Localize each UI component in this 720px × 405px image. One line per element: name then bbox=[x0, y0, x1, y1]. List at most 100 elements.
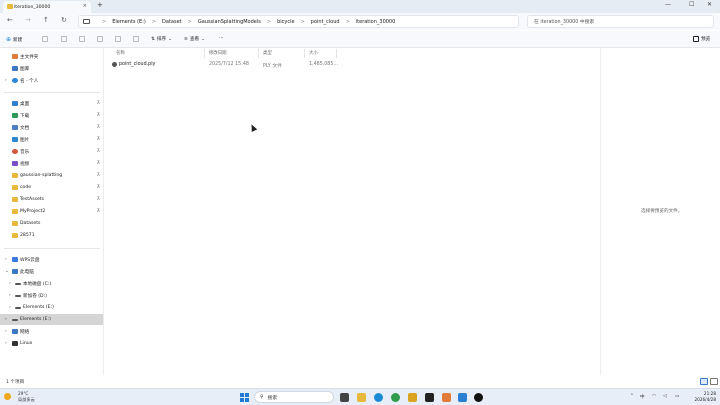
tray-chevron-icon[interactable]: ⌃ bbox=[630, 394, 634, 399]
chevron-right-icon[interactable]: › bbox=[9, 281, 11, 286]
pin-icon[interactable]: ⊼ bbox=[97, 125, 100, 130]
minimize-button[interactable]: — bbox=[665, 1, 671, 8]
chevron-right-icon[interactable]: › bbox=[9, 305, 11, 310]
battery-icon[interactable]: ▭ bbox=[675, 394, 679, 399]
terminal-icon[interactable] bbox=[425, 393, 434, 402]
up-button[interactable]: ↑ bbox=[43, 16, 49, 24]
paste-button[interactable] bbox=[79, 36, 85, 42]
sidebar-item[interactable]: 图库 bbox=[0, 63, 103, 74]
file-row[interactable]: point_cloud.ply 2025/7/12 15:48 PLY 文件 1… bbox=[111, 60, 351, 70]
sidebar-item[interactable]: 28571 bbox=[0, 230, 103, 241]
rename-button[interactable] bbox=[97, 36, 103, 42]
sort-button[interactable]: ⇅ 排序 ⌄ bbox=[151, 36, 172, 43]
chevron-down-icon[interactable]: ⌄ bbox=[5, 269, 9, 274]
search-input[interactable]: 在 iteration_30000 中搜索 bbox=[527, 15, 714, 28]
unity-icon[interactable] bbox=[474, 393, 483, 402]
pin-icon[interactable]: ⊼ bbox=[97, 101, 100, 106]
sidebar-item[interactable]: 视频 ⊼ bbox=[0, 158, 103, 169]
copy-button[interactable] bbox=[61, 36, 67, 42]
breadcrumb-elements[interactable]: Elements (E:) bbox=[112, 19, 146, 25]
sidebar-item[interactable]: 图片 ⊼ bbox=[0, 134, 103, 145]
sidebar-item[interactable]: 下载 ⊼ bbox=[0, 110, 103, 121]
column-name[interactable]: 名称 bbox=[116, 50, 125, 56]
chevron-right-icon[interactable]: › bbox=[5, 78, 7, 83]
tiles-view-button[interactable] bbox=[710, 378, 718, 385]
sidebar-item[interactable]: 桌面 ⊼ bbox=[0, 98, 103, 109]
sidebar-item[interactable]: › 新加卷 (D:) bbox=[0, 290, 103, 301]
edge-icon[interactable] bbox=[374, 393, 383, 402]
maximize-button[interactable]: ☐ bbox=[689, 1, 694, 8]
sidebar-item[interactable]: › 本地磁盘 (C:) bbox=[0, 278, 103, 289]
tab-close-button[interactable]: × bbox=[83, 3, 87, 9]
vscode-icon[interactable] bbox=[458, 393, 467, 402]
column-size[interactable]: 大小 bbox=[309, 50, 318, 56]
sidebar-item[interactable]: › 网络 bbox=[0, 326, 103, 337]
sidebar-item[interactable]: MyProject2 ⊼ bbox=[0, 206, 103, 217]
address-bar[interactable]: > Elements (E:) > Dataset > GaussianSpla… bbox=[78, 15, 519, 28]
close-button[interactable]: ✕ bbox=[707, 1, 712, 8]
app-icon[interactable] bbox=[408, 393, 417, 402]
share-button[interactable] bbox=[115, 36, 121, 42]
chevron-right-icon[interactable]: › bbox=[5, 329, 7, 334]
sidebar-item[interactable]: › 名 - 个人 bbox=[0, 75, 103, 86]
sidebar-item[interactable]: Datasets bbox=[0, 218, 103, 229]
pin-icon[interactable]: ⊼ bbox=[97, 173, 100, 178]
sidebar-item[interactable]: code ⊼ bbox=[0, 182, 103, 193]
column-divider[interactable] bbox=[336, 49, 337, 58]
details-view-button[interactable] bbox=[700, 378, 708, 385]
more-button[interactable]: ··· bbox=[219, 36, 223, 41]
column-type[interactable]: 类型 bbox=[263, 50, 272, 56]
column-modified[interactable]: 修改日期 bbox=[209, 50, 227, 56]
sidebar-item[interactable]: 文档 ⊼ bbox=[0, 122, 103, 133]
file-explorer-icon[interactable] bbox=[357, 393, 366, 402]
forward-button[interactable]: → bbox=[25, 16, 31, 24]
refresh-button[interactable]: ↻ bbox=[61, 16, 67, 24]
chevron-right-icon[interactable]: › bbox=[9, 293, 11, 298]
start-button[interactable] bbox=[240, 393, 249, 402]
pin-icon[interactable]: ⊼ bbox=[97, 149, 100, 154]
preview-button[interactable]: 预览 bbox=[693, 36, 710, 42]
chevron-right-icon[interactable]: › bbox=[5, 257, 7, 262]
address-row: ← → ↑ ↻ > Elements (E:) > Dataset > Gaus… bbox=[0, 13, 720, 30]
breadcrumb-gaussian[interactable]: GaussianSplattingModels bbox=[198, 19, 261, 25]
sidebar-item[interactable]: › Elements (E:) bbox=[0, 302, 103, 313]
new-button[interactable]: ⊕ 新建 bbox=[6, 36, 22, 43]
view-button[interactable]: ≡ 查看 ⌄ bbox=[184, 36, 205, 43]
sidebar-item[interactable]: › WPS云盘 bbox=[0, 254, 103, 265]
tab-iteration[interactable]: iteration_30000 × bbox=[3, 1, 91, 13]
app-icon[interactable] bbox=[442, 393, 451, 402]
sidebar-item[interactable]: 音乐 ⊼ bbox=[0, 146, 103, 157]
pin-icon[interactable]: ⊼ bbox=[97, 161, 100, 166]
volume-icon[interactable]: ◁ bbox=[663, 394, 667, 399]
input-method[interactable]: 中 bbox=[640, 394, 645, 400]
sidebar-item[interactable]: › Elements (E:) bbox=[0, 314, 103, 325]
breadcrumb-iteration[interactable]: iteration_30000 bbox=[356, 19, 396, 25]
wifi-icon[interactable]: ◠ bbox=[652, 394, 656, 399]
column-divider[interactable] bbox=[258, 49, 259, 58]
pin-icon[interactable]: ⊼ bbox=[97, 185, 100, 190]
chevron-right-icon[interactable]: › bbox=[5, 317, 7, 322]
clock[interactable]: 21:28 2026/4/28 bbox=[690, 391, 716, 403]
sidebar-item[interactable]: gaussian-splatting ⊼ bbox=[0, 170, 103, 181]
pin-icon[interactable]: ⊼ bbox=[97, 197, 100, 202]
new-tab-button[interactable]: + bbox=[97, 1, 103, 9]
column-divider[interactable] bbox=[304, 49, 305, 58]
pin-icon[interactable]: ⊼ bbox=[97, 113, 100, 118]
pin-icon[interactable]: ⊼ bbox=[97, 137, 100, 142]
taskbar-search[interactable]: ⚲ 搜索 bbox=[254, 391, 334, 403]
back-button[interactable]: ← bbox=[7, 16, 13, 24]
sidebar-item[interactable]: TestAssets ⊼ bbox=[0, 194, 103, 205]
cut-button[interactable] bbox=[42, 36, 48, 42]
sidebar-item[interactable]: ⌄ 此电脑 bbox=[0, 266, 103, 277]
chrome-icon[interactable] bbox=[391, 393, 400, 402]
sidebar-item[interactable]: 主文件夹 bbox=[0, 51, 103, 62]
breadcrumb-point-cloud[interactable]: point_cloud bbox=[311, 19, 340, 25]
breadcrumb-bicycle[interactable]: bicycle bbox=[277, 19, 295, 25]
sidebar-item[interactable]: › Linux bbox=[0, 338, 103, 349]
chevron-right-icon[interactable]: › bbox=[5, 341, 7, 346]
breadcrumb-dataset[interactable]: Dataset bbox=[162, 19, 182, 25]
task-view-icon[interactable] bbox=[340, 393, 349, 402]
column-divider[interactable] bbox=[204, 49, 205, 58]
delete-button[interactable] bbox=[133, 36, 139, 42]
pin-icon[interactable]: ⊼ bbox=[97, 209, 100, 214]
